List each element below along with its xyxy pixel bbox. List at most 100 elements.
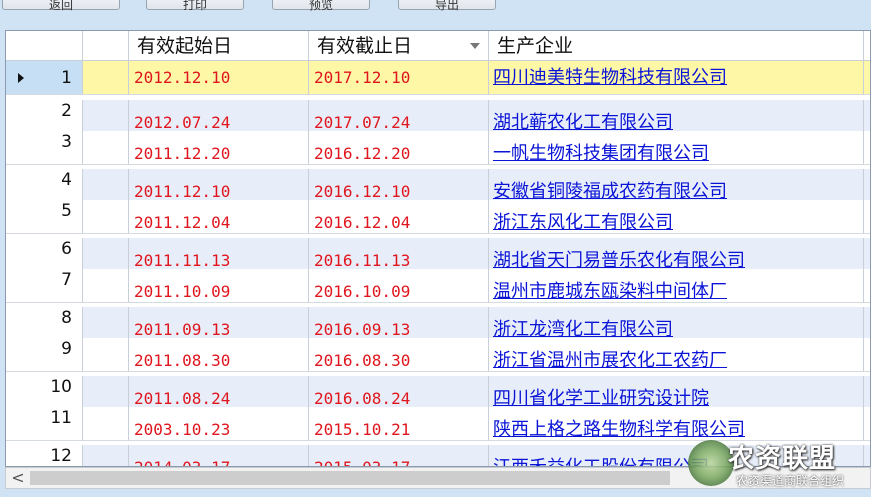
table-row[interactable]: 5 2011.12.042016.12.04浙江东风化工有限公司( [6, 200, 870, 234]
end-date-cell: 2016.12.04 [309, 200, 489, 234]
header-next-column[interactable] [864, 31, 870, 61]
company-link[interactable]: 浙江龙湾化工有限公司 [489, 307, 864, 341]
row-blank-cell [83, 131, 129, 165]
toolbar-button-back[interactable]: 返回 [2, 0, 120, 12]
table-row[interactable]: 4 2011.12.102016.12.10安徽省铜陵福成农药有限公司( [6, 169, 870, 203]
data-grid[interactable]: 有效起始日 有效截止日 生产企业 1 2012.12.10 2017.12.10 四川… [5, 30, 871, 467]
next-column-cell: ( [864, 169, 870, 203]
start-date-cell: 2012.07.24 [129, 100, 309, 134]
current-row-indicator-icon [18, 73, 24, 83]
header-corner [6, 31, 83, 61]
table-row[interactable]: 7 2011.10.092016.10.09温州市鹿城东瓯染料中间体厂( [6, 269, 870, 303]
start-date-cell: 2011.12.20 [129, 131, 309, 165]
row-number: 2 [6, 100, 83, 134]
end-date-cell: 2015.10.21 [309, 407, 489, 441]
end-date-cell: 2015.03.17 [309, 445, 489, 466]
header-blank-column[interactable] [83, 31, 129, 61]
company-link[interactable]: 四川迪美特生物科技有限公司 [489, 61, 864, 95]
next-column-cell: ( [864, 338, 870, 372]
table-row[interactable]: 8 2011.09.132016.09.13浙江龙湾化工有限公司( [6, 307, 870, 341]
row-number: 12 [6, 445, 83, 466]
header-company[interactable]: 生产企业 [489, 31, 864, 61]
row-number: 6 [6, 238, 83, 272]
company-link[interactable]: 安徽省铜陵福成农药有限公司 [489, 169, 864, 203]
start-date-cell: 2011.10.09 [129, 269, 309, 303]
row-number: 3 [6, 131, 83, 165]
row-number: 7 [6, 269, 83, 303]
row-blank-cell [83, 269, 129, 303]
row-blank-cell [83, 445, 129, 466]
start-date-cell: 2011.12.04 [129, 200, 309, 234]
end-date-cell: 2016.08.30 [309, 338, 489, 372]
row-blank-cell [83, 100, 129, 134]
table-row[interactable]: 2 2012.07.242017.07.24湖北蕲农化工有限公司( [6, 100, 870, 134]
start-date-cell: 2011.12.10 [129, 169, 309, 203]
next-column-cell: ( [864, 131, 870, 165]
company-link[interactable]: 一帆生物科技集团有限公司 [489, 131, 864, 165]
row-blank-cell [83, 407, 129, 441]
row-blank-cell [83, 169, 129, 203]
company-link[interactable]: 浙江省温州市展农化工农药厂 [489, 338, 864, 372]
scrollbar-thumb[interactable] [30, 471, 670, 485]
start-date-cell: 2011.09.13 [129, 307, 309, 341]
table-row[interactable]: 3 2011.12.202016.12.20一帆生物科技集团有限公司( [6, 131, 870, 165]
row-blank-cell [83, 307, 129, 341]
company-link[interactable]: 温州市鹿城东瓯染料中间体厂 [489, 269, 864, 303]
next-column-cell: ( [864, 200, 870, 234]
row-number-label: 1 [61, 68, 72, 88]
company-link[interactable]: 湖北蕲农化工有限公司 [489, 100, 864, 134]
company-link[interactable]: 浙江东风化工有限公司 [489, 200, 864, 234]
row-blank-cell [83, 61, 129, 95]
row-blank-cell [83, 338, 129, 372]
end-date-cell: 2016.10.09 [309, 269, 489, 303]
row-blank-cell [83, 238, 129, 272]
row-blank-cell [83, 376, 129, 410]
table-row[interactable]: 1 2012.12.102017.12.10四川迪美特生物科技有限公司( [6, 61, 870, 95]
next-column-cell: ( [864, 307, 870, 341]
table-row[interactable]: 6 2011.11.132016.11.13湖北省天门易普乐农化有限公司( [6, 238, 870, 272]
company-link[interactable]: 四川省化学工业研究设计院 [489, 376, 864, 410]
row-number: 4 [6, 169, 83, 203]
company-link[interactable]: 湖北省天门易普乐农化有限公司 [489, 238, 864, 272]
start-date-cell: 2011.08.30 [129, 338, 309, 372]
next-column-cell: ( [864, 61, 870, 95]
next-column-cell: ( [864, 100, 870, 134]
header-end-date[interactable]: 有效截止日 [309, 31, 489, 61]
toolbar-button-export[interactable]: 导出 [398, 0, 496, 12]
row-number: 8 [6, 307, 83, 341]
next-column-cell: ( [864, 238, 870, 272]
sort-descending-icon [470, 43, 480, 49]
end-date-cell: 2016.12.20 [309, 131, 489, 165]
watermark: 农资联盟 农资渠道商联合组织 [688, 436, 870, 494]
row-blank-cell [83, 200, 129, 234]
toolbar-button-print[interactable]: 打印 [146, 0, 244, 12]
scroll-left-icon[interactable]: < [10, 468, 26, 488]
end-date-cell: 2016.08.24 [309, 376, 489, 410]
table-row[interactable]: 9 2011.08.302016.08.30浙江省温州市展农化工农药厂( [6, 338, 870, 372]
start-date-cell: 2014.03.17 [129, 445, 309, 466]
row-number: 5 [6, 200, 83, 234]
end-date-cell: 2017.07.24 [309, 100, 489, 134]
start-date-cell: 2011.11.13 [129, 238, 309, 272]
start-date-cell: 2012.12.10 [129, 61, 309, 95]
next-column-cell: ( [864, 376, 870, 410]
watermark-subtitle: 农资渠道商联合组织 [736, 474, 845, 488]
header-start-date[interactable]: 有效起始日 [129, 31, 309, 61]
end-date-cell: 2016.12.10 [309, 169, 489, 203]
end-date-cell: 2016.09.13 [309, 307, 489, 341]
end-date-cell: 2017.12.10 [309, 61, 489, 95]
row-number: 9 [6, 338, 83, 372]
toolbar: 返回 打印 预览 导出 [0, 0, 871, 24]
watermark-title: 农资联盟 [728, 444, 837, 474]
row-number: 1 [6, 61, 83, 95]
toolbar-button-preview[interactable]: 预览 [272, 0, 370, 12]
row-number: 10 [6, 376, 83, 410]
grid-header: 有效起始日 有效截止日 生产企业 [6, 31, 870, 61]
start-date-cell: 2003.10.23 [129, 407, 309, 441]
end-date-cell: 2016.11.13 [309, 238, 489, 272]
start-date-cell: 2011.08.24 [129, 376, 309, 410]
header-end-date-label: 有效截止日 [317, 35, 413, 57]
row-number: 11 [6, 407, 83, 441]
next-column-cell: ( [864, 269, 870, 303]
table-row[interactable]: 10 2011.08.242016.08.24四川省化学工业研究设计院( [6, 376, 870, 410]
